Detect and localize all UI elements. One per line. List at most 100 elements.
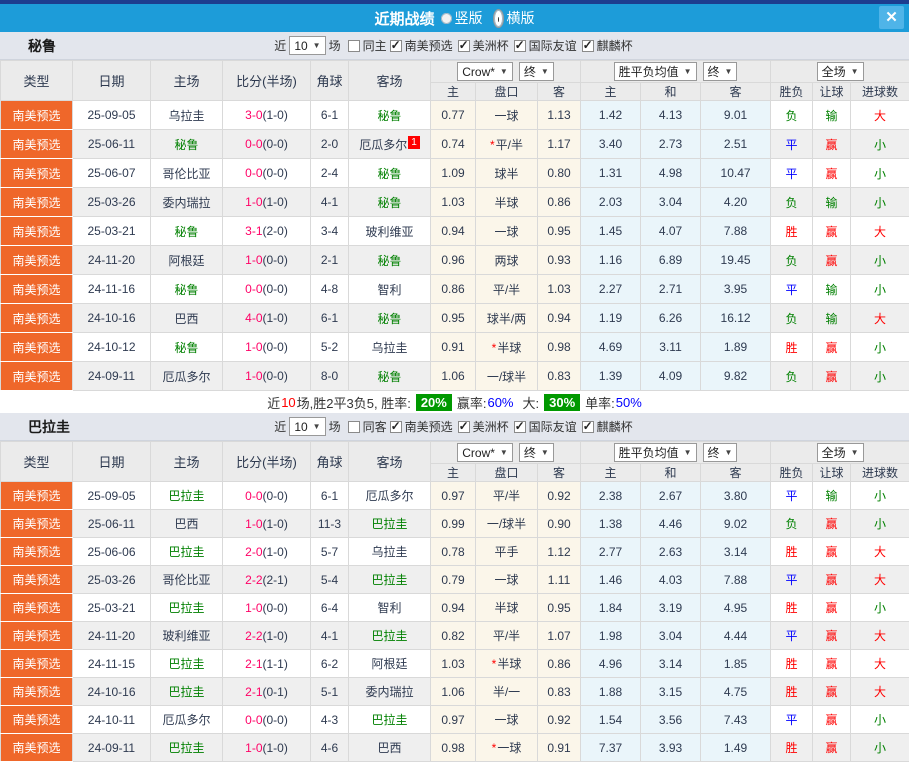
league-type-badge[interactable]: 南美预选 [1, 510, 73, 538]
team-name: 巴拉圭 [28, 417, 70, 437]
vertical-layout-radio[interactable]: 竖版 [441, 8, 483, 28]
result-handicap: 赢 [813, 217, 851, 246]
odds-source-select[interactable]: Crow*▼ [457, 443, 513, 462]
result-handicap: 输 [813, 304, 851, 333]
league-checkbox[interactable] [458, 421, 470, 433]
result-handicap: 输 [813, 188, 851, 217]
league-type-badge[interactable]: 南美预选 [1, 101, 73, 130]
odds-handicap: *半球 [476, 333, 538, 362]
odds-home: 0.97 [431, 706, 476, 734]
league-type-badge[interactable]: 南美预选 [1, 217, 73, 246]
score: 1-0(0-0) [223, 246, 311, 275]
league-checkbox[interactable] [390, 421, 402, 433]
corner-score: 6-1 [311, 101, 349, 130]
league-type-badge[interactable]: 南美预选 [1, 304, 73, 333]
away-team: 秘鲁 [349, 188, 431, 217]
fulltime-score: 1-0 [245, 340, 262, 354]
odds-time-select[interactable]: 终▼ [519, 443, 554, 462]
league-checkbox[interactable] [458, 40, 470, 52]
result-wdl: 胜 [771, 594, 813, 622]
wdl-time-select[interactable]: 终▼ [703, 443, 738, 462]
avg-away-odds: 4.44 [701, 622, 771, 650]
odds-home: 0.79 [431, 566, 476, 594]
score: 1-0(0-0) [223, 362, 311, 391]
league-type-badge[interactable]: 南美预选 [1, 482, 73, 510]
league-type-badge[interactable]: 南美预选 [1, 246, 73, 275]
odds-handicap: 一/球半 [476, 510, 538, 538]
avg-draw-odds: 2.71 [641, 275, 701, 304]
league-checkbox[interactable] [514, 421, 526, 433]
table-row: 南美预选 24-11-15 巴拉圭 2-1(1-1) 6-2 阿根廷 1.03 … [1, 650, 909, 678]
radio-selected-icon[interactable] [493, 9, 504, 28]
odds-time-select[interactable]: 终▼ [519, 62, 554, 81]
horizontal-layout-radio[interactable]: 横版 [493, 8, 535, 28]
odds-away: 1.11 [538, 566, 581, 594]
odds-home: 1.09 [431, 159, 476, 188]
same-venue-checkbox[interactable] [348, 421, 360, 433]
league-checkbox[interactable] [390, 40, 402, 52]
league-type-badge[interactable]: 南美预选 [1, 362, 73, 391]
result-handicap: 赢 [813, 650, 851, 678]
odds-handicap: *半球 [476, 650, 538, 678]
match-date: 25-06-11 [73, 130, 151, 159]
league-type-badge[interactable]: 南美预选 [1, 706, 73, 734]
home-team: 巴拉圭 [151, 538, 223, 566]
result-handicap: 赢 [813, 333, 851, 362]
odds-source-select[interactable]: Crow*▼ [457, 62, 513, 81]
league-checkbox[interactable] [582, 421, 594, 433]
table-row: 南美预选 25-06-11 巴西 1-0(1-0) 11-3 巴拉圭 0.99 … [1, 510, 909, 538]
league-type-badge[interactable]: 南美预选 [1, 678, 73, 706]
same-venue-checkbox[interactable] [348, 40, 360, 52]
filters: 近 10 ▼ 场 同客 南美预选美洲杯国际友谊麒麟杯 [274, 417, 634, 436]
away-team: 秘鲁 [349, 101, 431, 130]
fulltime-score: 2-1 [245, 657, 262, 671]
col-avg-home: 主 [581, 83, 641, 101]
home-team: 巴拉圭 [151, 734, 223, 762]
home-team: 巴拉圭 [151, 678, 223, 706]
result-handicap: 赢 [813, 362, 851, 391]
league-type-badge[interactable]: 南美预选 [1, 333, 73, 362]
avg-home-odds: 2.77 [581, 538, 641, 566]
league-type-badge[interactable]: 南美预选 [1, 188, 73, 217]
close-icon[interactable]: ✕ [879, 6, 904, 29]
wdl-time-select[interactable]: 终▼ [703, 62, 738, 81]
league-type-badge[interactable]: 南美预选 [1, 650, 73, 678]
wdl-average-select[interactable]: 胜平负均值▼ [614, 62, 697, 81]
home-team: 委内瑞拉 [151, 188, 223, 217]
corner-score: 6-1 [311, 304, 349, 333]
result-handicap: 赢 [813, 159, 851, 188]
league-type-badge[interactable]: 南美预选 [1, 275, 73, 304]
radio-icon[interactable] [441, 13, 452, 24]
match-count-select[interactable]: 10 ▼ [289, 36, 325, 55]
league-checkbox[interactable] [514, 40, 526, 52]
wdl-average-select[interactable]: 胜平负均值▼ [614, 443, 697, 462]
league-type-badge[interactable]: 南美预选 [1, 130, 73, 159]
col-result-wdl: 胜负 [771, 464, 813, 482]
score: 2-2(1-0) [223, 622, 311, 650]
result-goals: 小 [851, 159, 909, 188]
league-type-badge[interactable]: 南美预选 [1, 622, 73, 650]
league-type-badge[interactable]: 南美预选 [1, 538, 73, 566]
league-label: 国际友谊 [529, 37, 577, 54]
league-checkbox[interactable] [582, 40, 594, 52]
full-match-select[interactable]: 全场▼ [817, 62, 864, 81]
league-type-badge[interactable]: 南美预选 [1, 594, 73, 622]
match-count-value: 10 [294, 39, 307, 53]
match-count-select[interactable]: 10 ▼ [289, 417, 325, 436]
home-team: 巴西 [151, 304, 223, 333]
corner-score: 5-1 [311, 678, 349, 706]
odds-home: 0.94 [431, 217, 476, 246]
table-row: 南美预选 25-03-26 哥伦比亚 2-2(2-1) 5-4 巴拉圭 0.79… [1, 566, 909, 594]
league-type-badge[interactable]: 南美预选 [1, 159, 73, 188]
result-goals: 小 [851, 594, 909, 622]
result-wdl: 平 [771, 622, 813, 650]
avg-draw-odds: 4.46 [641, 510, 701, 538]
full-match-select[interactable]: 全场▼ [817, 443, 864, 462]
odds-home: 0.97 [431, 482, 476, 510]
score: 0-0(0-0) [223, 159, 311, 188]
league-type-badge[interactable]: 南美预选 [1, 566, 73, 594]
col-avg-draw: 和 [641, 464, 701, 482]
odds-home: 1.03 [431, 650, 476, 678]
league-type-badge[interactable]: 南美预选 [1, 734, 73, 762]
fulltime-score: 0-0 [245, 166, 262, 180]
